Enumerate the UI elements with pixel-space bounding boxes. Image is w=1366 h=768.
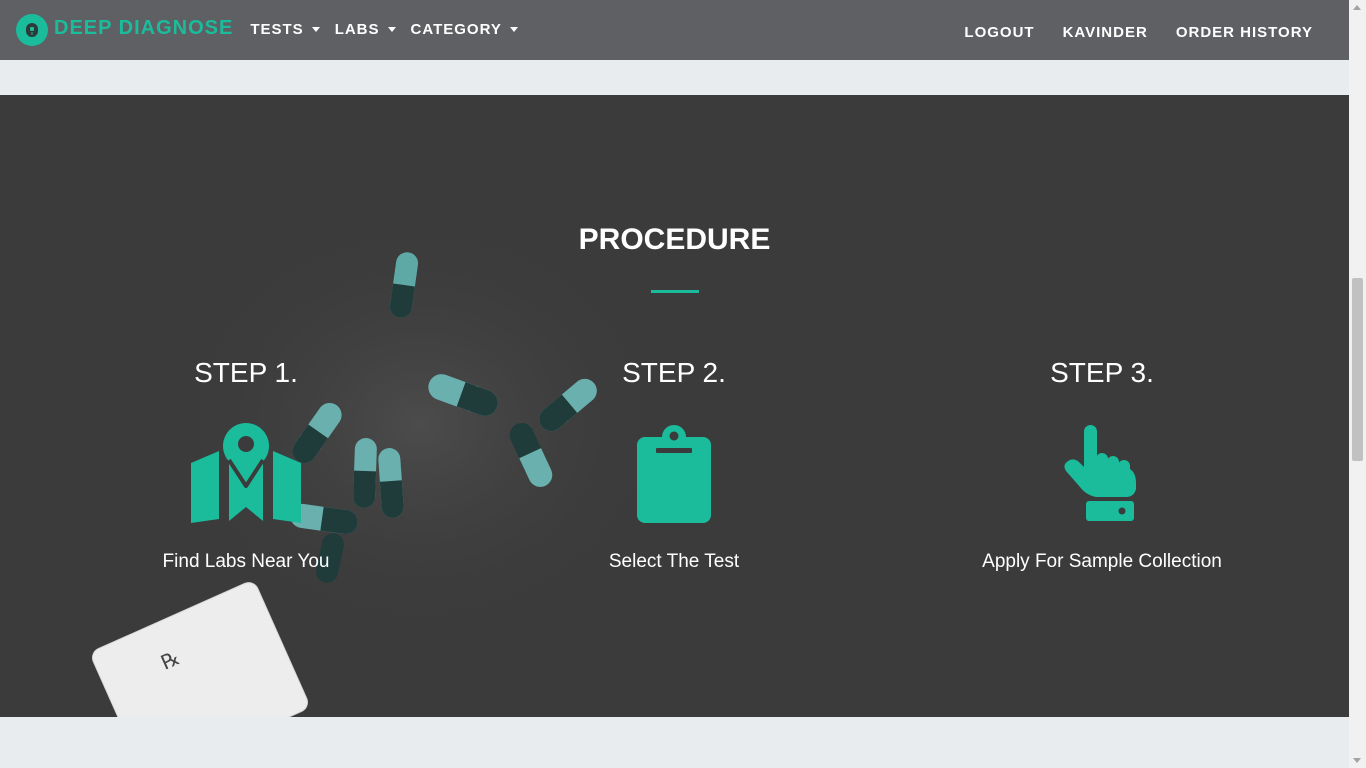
chevron-down-icon bbox=[387, 26, 396, 32]
scroll-up-arrow-icon[interactable] bbox=[1353, 5, 1361, 10]
step-card-1: STEP 1. Find Labs Near You bbox=[66, 357, 426, 573]
order-history-link[interactable]: ORDER HISTORY bbox=[1176, 24, 1313, 41]
procedure-section: ℞ PROCEDURE STEP 1. Find Labs Near You S… bbox=[0, 95, 1349, 717]
nav-tests-dropdown[interactable]: TESTS bbox=[250, 20, 320, 38]
nav-menu-right: LOGOUT KAVINDER ORDER HISTORY bbox=[936, 24, 1313, 41]
procedure-title: PROCEDURE bbox=[578, 223, 771, 256]
nav-tests-label: TESTS bbox=[250, 20, 304, 38]
scrollbar-thumb[interactable] bbox=[1352, 278, 1363, 461]
scroll-down-arrow-icon[interactable] bbox=[1353, 758, 1361, 763]
brand-link[interactable]: DEEP DIAGNOSE bbox=[16, 14, 233, 46]
user-profile-link[interactable]: KAVINDER bbox=[1063, 24, 1148, 41]
step-card-3: STEP 3. Apply For Sample Collection bbox=[922, 357, 1282, 573]
nav-labs-label: LABS bbox=[334, 20, 380, 38]
step-3-text: Apply For Sample Collection bbox=[982, 551, 1222, 572]
nav-menu-left: TESTS LABS CATEGORY bbox=[250, 21, 533, 38]
step-1-title: STEP 1. bbox=[194, 357, 298, 388]
nav-labs-dropdown[interactable]: LABS bbox=[335, 21, 396, 38]
step-2-text: Select The Test bbox=[608, 551, 740, 572]
chevron-down-icon bbox=[509, 26, 518, 32]
page-scrollbar[interactable] bbox=[1349, 0, 1366, 768]
brand-name: DEEP DIAGNOSE bbox=[54, 16, 234, 39]
step-3-title: STEP 3. bbox=[1050, 357, 1154, 388]
nav-category-label: CATEGORY bbox=[410, 20, 502, 38]
logout-link[interactable]: LOGOUT bbox=[964, 24, 1034, 41]
clipboard-icon bbox=[494, 423, 854, 523]
nav-category-dropdown[interactable]: CATEGORY bbox=[411, 21, 518, 38]
step-card-2: STEP 2. Select The Test bbox=[494, 357, 854, 573]
hand-pointer-icon bbox=[922, 423, 1282, 523]
chevron-down-icon bbox=[311, 26, 320, 32]
step-1-text: Find Labs Near You bbox=[162, 551, 330, 572]
top-navbar: DEEP DIAGNOSE TESTS LABS CATEGORY LOGOUT… bbox=[0, 0, 1349, 60]
title-divider bbox=[651, 290, 699, 293]
map-marker-icon bbox=[66, 423, 426, 523]
brand-logo-icon bbox=[16, 14, 48, 46]
step-2-title: STEP 2. bbox=[622, 357, 726, 388]
